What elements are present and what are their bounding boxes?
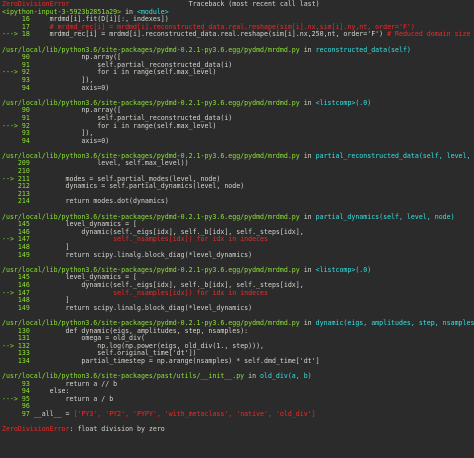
traceback-segment: 97 [2,410,30,419]
traceback-segment: ---> 18 [2,30,30,39]
traceback-line: 212 dynamics = self.partial_dynamics(lev… [2,182,472,191]
traceback-line: 93 return a // b [2,380,472,389]
traceback-line: ZeroDivisionError: float division by zer… [2,425,472,434]
traceback-line: ---> 95 return a / b [2,394,472,404]
traceback-segment: dynamic(eigs, amplitudes, step, nsamples… [315,318,474,327]
traceback-segment: ZeroDivisionError [2,425,70,434]
traceback-segment: return scipy.linalg.block_diag(*level_dy… [29,303,253,312]
traceback-line: 209 level, self.max_level)) [2,160,472,168]
traceback-segment: level, self.max_level)) [29,159,189,168]
traceback-segment: partial_reconstructed_data(self, level, … [315,151,471,160]
traceback-segment: 214 [2,197,30,206]
traceback-segment: __all__ = [29,410,74,419]
traceback-segment: in [299,212,316,221]
traceback-segment: <listcomp>(.0) [315,98,372,107]
traceback-segment: ['PY3', 'PY2', 'PYPY', 'with_metaclass',… [73,410,316,419]
traceback-segment: in [299,98,316,107]
traceback-segment: : float division by zero [69,425,165,434]
traceback-line: 94 axis=0) [2,136,472,146]
traceback-segment: 94 [2,83,30,92]
traceback-line: ---> 18 mrdmd_rec[i] = mrdmd[i].reconstr… [2,31,472,39]
traceback-segment: return modes.dot(dynamics) [29,197,169,206]
traceback-segment: 134 [2,356,30,365]
traceback-segment: 149 [2,250,30,259]
traceback-line: 149 return scipy.linalg.block_diag(*leve… [2,250,472,260]
traceback-line: 149 return scipy.linalg.block_diag(*leve… [2,303,472,313]
traceback-segment: old_div(a, b) [260,372,312,381]
traceback-segment: in [244,372,261,381]
traceback-segment: # Reduced domain size [387,30,471,39]
traceback-segment: in [299,45,316,54]
traceback-line: 97 __all__ = ['PY3', 'PY2', 'PYPY', 'wit… [2,410,472,419]
traceback-segment: axis=0) [29,136,110,145]
traceback-line: 134 partial_timestep = np.arange(nsample… [2,356,472,366]
traceback-segment: dynamics = self.partial_dynamics(level, … [29,182,245,191]
traceback-segment: in [299,151,316,160]
traceback-line: 94 axis=0) [2,83,472,93]
traceback-segment: return scipy.linalg.block_diag(*level_dy… [29,250,253,259]
traceback-segment: <listcomp>(.0) [315,265,372,274]
traceback-segment: in [299,265,316,274]
traceback-segment: axis=0) [29,83,110,92]
traceback-segment: in [299,318,316,327]
traceback-segment: partial_dynamics(self, level, node) [315,212,455,221]
traceback-segment: 149 [2,303,30,312]
traceback-segment: return a / b [29,394,114,403]
traceback-segment: 94 [2,136,30,145]
traceback-segment: reconstructed_data(self) [315,45,411,54]
traceback-output: ZeroDivisionError Traceback (most recent… [0,0,474,458]
traceback-line: --> 147 self._nsamples[idx]) for idx in … [2,289,472,298]
traceback-segment: mrdmd_rec[i] = mrdmd[i].reconstructed_da… [29,30,388,39]
traceback-line: 214 return modes.dot(dynamics) [2,198,472,206]
traceback-segment: partial_timestep = np.arange(nsamples) *… [29,356,320,365]
traceback-line: --> 147 self._nsamples[idx]) for idx in … [2,236,472,244]
